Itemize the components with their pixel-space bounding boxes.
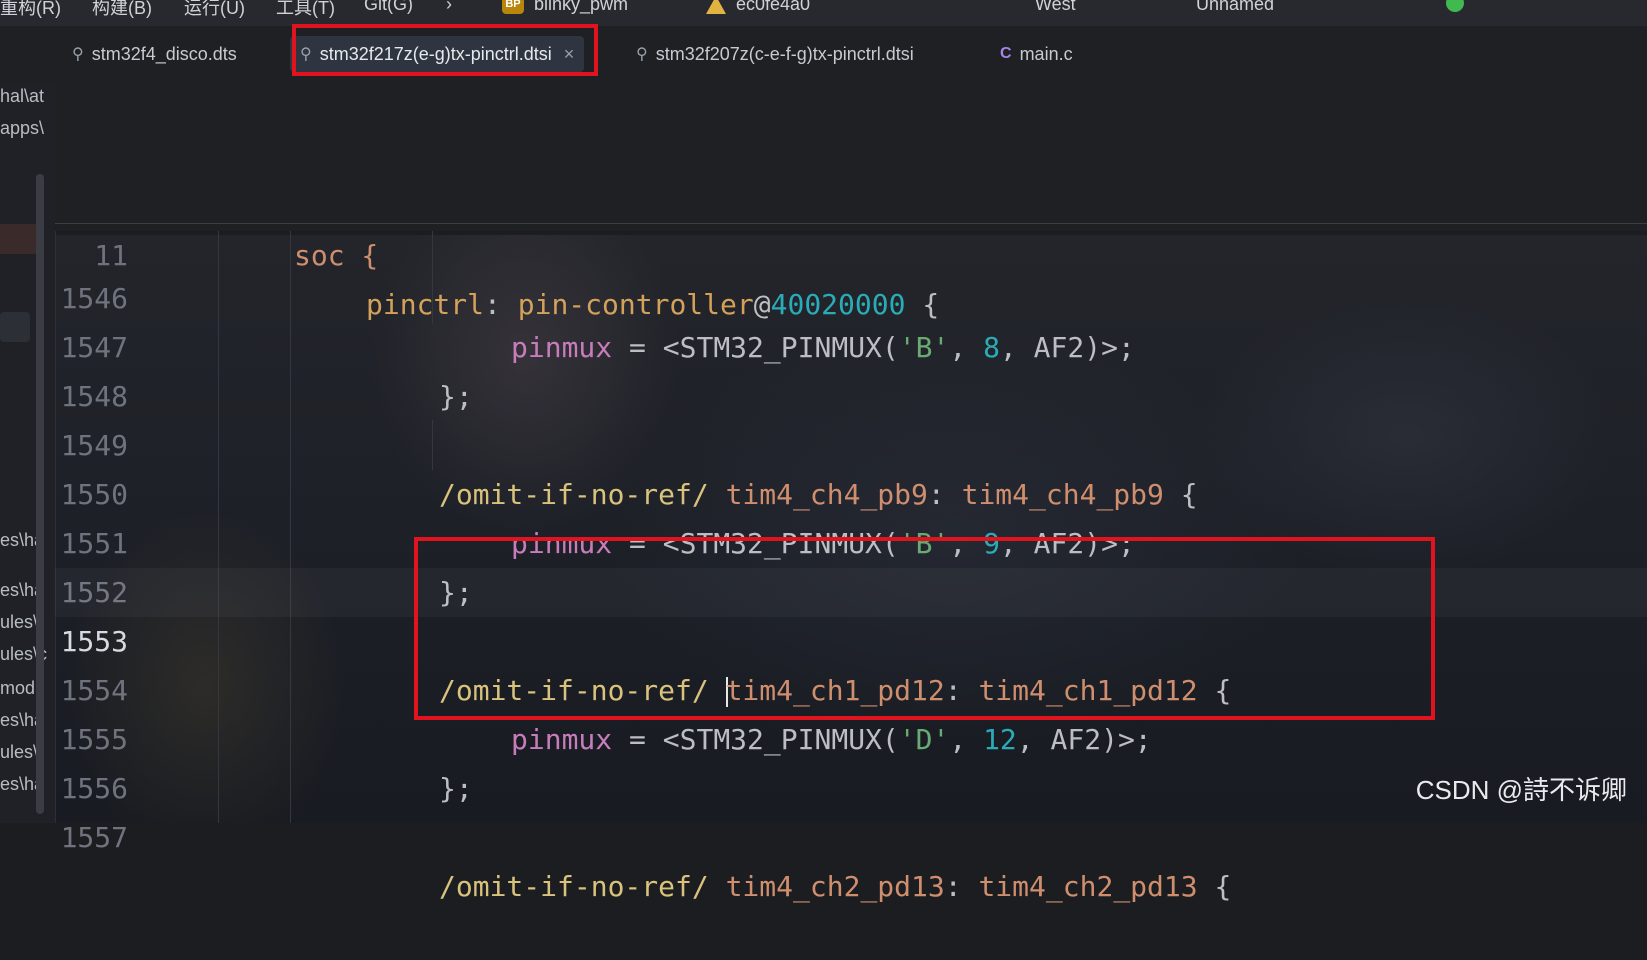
code-line[interactable]: 1551 };	[55, 470, 1647, 609]
debug-icon[interactable]	[1446, 0, 1464, 12]
board-selector[interactable]: West	[1035, 0, 1076, 15]
tab-main-c[interactable]: C main.c	[990, 36, 1083, 72]
c-file-icon: C	[1000, 45, 1012, 62]
code-line[interactable]: 1557 /omit-if-no-ref/ tim4_ch2_pd13: tim…	[55, 764, 1647, 903]
tree-item[interactable]: ules\	[0, 612, 38, 633]
code-line[interactable]: 1546 pinmux = <STM32_PINMUX('B', 8, AF2)…	[55, 225, 1647, 364]
code-line[interactable]: 1550 pinmux = <STM32_PINMUX('B', 9, AF2)…	[55, 421, 1647, 560]
sticky-separator	[55, 223, 1647, 224]
warning-icon	[706, 0, 726, 14]
menu-run[interactable]: 运行(U)	[184, 0, 245, 20]
menu-git[interactable]: Git(G)	[364, 0, 413, 15]
devicetree-icon: ⚲	[636, 46, 648, 63]
code-line[interactable]: 1556	[55, 715, 1647, 805]
tab-label: stm32f4_disco.dts	[91, 43, 237, 64]
tab-stm32f4-disco[interactable]: ⚲ stm32f4_disco.dts	[62, 36, 247, 72]
code-text: /omit-if-no-ref/ tim4_ch2_pd13: tim4_ch2…	[439, 870, 1232, 903]
code-highlight-box	[414, 537, 1435, 720]
editor-tab-bar: ⚲ stm32f4_disco.dts ⚲ stm32f217z(e-g)tx-…	[0, 26, 1647, 85]
branch-selector[interactable]: ec0fe4a0	[736, 0, 810, 15]
project-badge: BP	[502, 0, 524, 14]
menu-bar: 重构(R) 构建(B) 运行(U) 工具(T) Git(G) › BP blin…	[0, 0, 1647, 26]
sticky-line[interactable]: 9 / {	[55, 84, 1647, 223]
code-line[interactable]: 1549 /omit-if-no-ref/ tim4_ch4_pb9: tim4…	[55, 372, 1647, 511]
menu-build[interactable]: 构建(B)	[92, 0, 152, 20]
active-tab-highlight-box	[292, 24, 598, 76]
tree-item[interactable]: mod	[0, 678, 35, 699]
run-config-selector[interactable]: Unnamed	[1196, 0, 1274, 15]
csdn-watermark: CSDN @詩不诉卿	[1415, 775, 1627, 805]
project-selector[interactable]: blinky_pwm	[534, 0, 628, 15]
tab-label: stm32f207z(c-e-f-g)tx-pinctrl.dtsi	[655, 43, 914, 64]
selected-tree-row[interactable]	[0, 224, 36, 254]
code-line[interactable]: 1548	[55, 323, 1647, 413]
tree-item[interactable]: ules\	[0, 742, 38, 763]
hovered-tree-row[interactable]	[0, 312, 30, 342]
code-line[interactable]: 1547 };	[55, 274, 1647, 413]
menu-tools[interactable]: 工具(T)	[276, 0, 335, 20]
tab-stm32f207z-pinctrl[interactable]: ⚲ stm32f207z(c-e-f-g)tx-pinctrl.dtsi	[626, 36, 924, 72]
sticky-line[interactable]: 10 soc {	[55, 133, 1647, 272]
devicetree-icon: ⚲	[72, 46, 84, 63]
project-scrollbar[interactable]	[36, 174, 44, 814]
menu-refactor[interactable]: 重构(R)	[0, 0, 61, 20]
tree-item[interactable]: hal\at	[0, 86, 44, 107]
tree-item[interactable]: apps\	[0, 118, 44, 139]
tab-label: main.c	[1019, 43, 1073, 64]
line-number: 1557	[60, 821, 128, 854]
project-panel: hal\at apps\ es\ha es\ha ules\ ules\c mo…	[0, 84, 56, 823]
menu-more-arrow[interactable]: ›	[446, 0, 452, 15]
